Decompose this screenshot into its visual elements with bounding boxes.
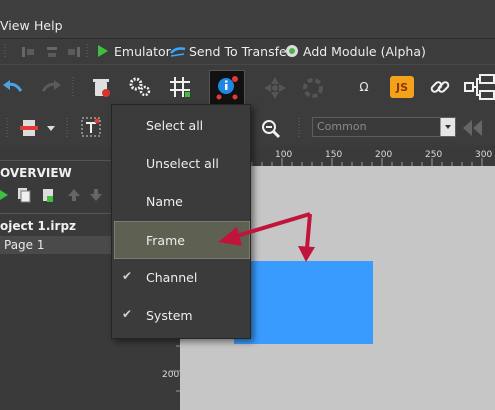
- page-label: Page 1: [4, 238, 45, 252]
- separator-icon: [4, 118, 10, 138]
- separator-icon: [0, 44, 10, 58]
- overview-title: OVERVIEW: [0, 166, 72, 180]
- transfer-icon[interactable]: [170, 44, 186, 58]
- info-frame-toggle-icon[interactable]: [209, 70, 245, 106]
- style-combo-value: Common: [317, 120, 367, 133]
- menu-item-label: Name: [146, 194, 183, 209]
- delete-icon[interactable]: [90, 75, 112, 99]
- duplicate-page-icon[interactable]: [40, 186, 56, 204]
- chevron-down-icon[interactable]: [46, 124, 56, 132]
- menu-item-frame[interactable]: Frame: [114, 221, 250, 259]
- redo-icon[interactable]: [40, 77, 64, 97]
- menu-view[interactable]: View: [0, 18, 30, 33]
- separator-icon: [84, 44, 90, 58]
- emulator-button[interactable]: Emulator: [114, 44, 171, 59]
- align-right-icon[interactable]: [66, 44, 82, 60]
- menu-item-system[interactable]: ✔ System: [112, 298, 250, 334]
- undo-icon[interactable]: [0, 77, 24, 97]
- copy-page-icon[interactable]: [16, 186, 32, 204]
- collapse-double-left-icon[interactable]: [462, 118, 484, 138]
- text-frame-icon[interactable]: [80, 116, 102, 138]
- move-icon[interactable]: [262, 75, 288, 101]
- check-icon: ✔: [122, 269, 133, 283]
- add-module-button[interactable]: Add Module (Alpha): [303, 44, 426, 59]
- menu-item-label: System: [146, 308, 193, 323]
- link-icon[interactable]: [428, 76, 452, 98]
- zoom-out-icon[interactable]: [260, 118, 282, 140]
- menu-bar: View Help: [0, 0, 495, 39]
- separator-icon: [64, 118, 70, 138]
- menu-item-name[interactable]: Name: [112, 184, 250, 220]
- add-page-icon[interactable]: [0, 188, 8, 202]
- separator-icon: [70, 77, 76, 97]
- view-options-menu: Select all Unselect all Name Frame ✔ Cha…: [111, 104, 251, 339]
- menu-item-select-all[interactable]: Select all: [112, 108, 250, 144]
- javascript-icon[interactable]: JS: [390, 76, 414, 98]
- omega-icon[interactable]: Ω: [354, 77, 374, 97]
- overview-toolbar: [0, 186, 110, 206]
- menu-item-label: Channel: [146, 270, 198, 285]
- style-combo-box[interactable]: Common: [312, 117, 456, 137]
- align-left-icon[interactable]: [20, 44, 36, 60]
- align-center-icon[interactable]: [44, 44, 60, 60]
- menu-item-label: Unselect all: [146, 156, 219, 171]
- project-tree-item[interactable]: oject 1.irpz: [0, 219, 76, 233]
- grid-icon[interactable]: [168, 75, 192, 99]
- check-icon: ✔: [122, 307, 133, 321]
- move-down-icon[interactable]: [88, 186, 104, 204]
- toolbar-primary: Emulator Send To Transfer Add Module (Al…: [0, 39, 495, 64]
- add-module-icon[interactable]: [284, 43, 300, 59]
- hierarchy-icon[interactable]: [464, 73, 495, 101]
- move-up-icon[interactable]: [66, 186, 82, 204]
- send-to-transfer-button[interactable]: Send To Transfer: [189, 44, 292, 59]
- menu-item-channel[interactable]: ✔ Channel: [112, 260, 250, 296]
- play-icon[interactable]: [96, 44, 110, 58]
- frame-element[interactable]: [234, 261, 373, 344]
- combo-dropdown-button[interactable]: [440, 118, 455, 136]
- menu-item-unselect-all[interactable]: Unselect all: [112, 146, 250, 182]
- rotate-icon[interactable]: [300, 75, 326, 101]
- separator-icon: [296, 118, 302, 138]
- settings-gears-icon[interactable]: [128, 75, 152, 99]
- menu-item-label: Select all: [146, 118, 204, 133]
- layer-order-icon[interactable]: [18, 117, 40, 139]
- menu-help[interactable]: Help: [34, 18, 63, 33]
- menu-item-label: Frame: [146, 233, 185, 248]
